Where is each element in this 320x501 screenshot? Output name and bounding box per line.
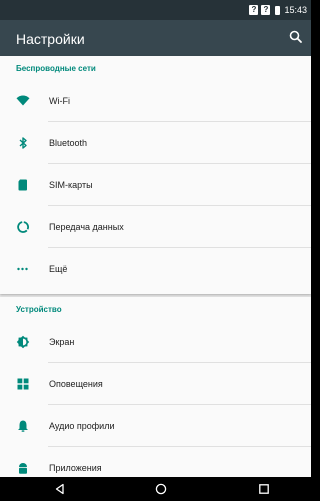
settings-item-more[interactable]: Ещё xyxy=(0,249,311,290)
notifications-icon xyxy=(17,378,29,390)
brightness-icon xyxy=(16,335,30,349)
app-bar: Настройки xyxy=(0,20,311,56)
sim2-icon: ? xyxy=(261,5,271,15)
search-icon xyxy=(289,30,302,43)
settings-item-sim-cards[interactable]: SIM-карты xyxy=(0,165,311,206)
sim1-icon: ? xyxy=(249,5,259,15)
settings-screen: ? ? 15:43 Настройки Беспроводные сети Wi… xyxy=(0,0,311,501)
settings-item-display[interactable]: Экран xyxy=(0,322,311,363)
page-title: Настройки xyxy=(16,31,85,47)
section-header-wireless: Беспроводные сети xyxy=(16,64,96,73)
settings-item-label: Ещё xyxy=(49,264,68,274)
battery-icon xyxy=(275,5,281,15)
divider xyxy=(48,362,311,363)
settings-item-apps[interactable]: Приложения xyxy=(0,448,311,477)
data-usage-icon xyxy=(17,221,29,233)
back-icon xyxy=(55,483,64,495)
settings-item-label: Wi-Fi xyxy=(49,96,70,106)
sim-card-icon xyxy=(18,179,27,191)
settings-item-label: Передача данных xyxy=(49,222,124,232)
settings-item-label: Приложения xyxy=(49,463,102,473)
settings-item-bluetooth[interactable]: Bluetooth xyxy=(0,123,311,164)
recents-button[interactable] xyxy=(257,482,271,496)
settings-item-data-usage[interactable]: Передача данных xyxy=(0,207,311,248)
status-bar: ? ? 15:43 xyxy=(0,0,311,20)
search-button[interactable] xyxy=(287,28,305,46)
section-header-device: Устройство xyxy=(16,305,62,314)
settings-item-audio-profiles[interactable]: Аудио профили xyxy=(0,406,311,447)
divider xyxy=(48,446,311,447)
divider xyxy=(48,247,311,248)
divider xyxy=(48,404,311,405)
bluetooth-icon xyxy=(19,137,27,149)
divider xyxy=(48,205,311,206)
status-time: 15:43 xyxy=(284,5,307,15)
settings-item-notifications[interactable]: Оповещения xyxy=(0,364,311,405)
settings-item-label: Экран xyxy=(49,337,75,347)
settings-item-wifi[interactable]: Wi-Fi xyxy=(0,81,311,122)
status-icons: ? ? 15:43 xyxy=(249,4,307,16)
settings-item-label: SIM-карты xyxy=(49,180,93,190)
recents-icon xyxy=(259,484,269,494)
bell-icon xyxy=(18,420,28,432)
divider xyxy=(48,163,311,164)
home-icon xyxy=(155,483,167,495)
back-button[interactable] xyxy=(53,482,67,496)
settings-item-label: Аудио профили xyxy=(49,421,115,431)
wireless-section: Беспроводные сети Wi-Fi Bluetooth SIM-ка… xyxy=(0,56,311,294)
divider xyxy=(48,121,311,122)
navigation-bar xyxy=(0,477,311,501)
android-icon xyxy=(19,463,27,474)
more-icon xyxy=(17,267,28,271)
settings-item-label: Оповещения xyxy=(49,379,103,389)
wifi-icon xyxy=(16,95,30,106)
settings-item-label: Bluetooth xyxy=(49,138,88,148)
device-section: Устройство Экран Оповещения Аудио профил… xyxy=(0,297,311,477)
home-button[interactable] xyxy=(154,482,168,496)
